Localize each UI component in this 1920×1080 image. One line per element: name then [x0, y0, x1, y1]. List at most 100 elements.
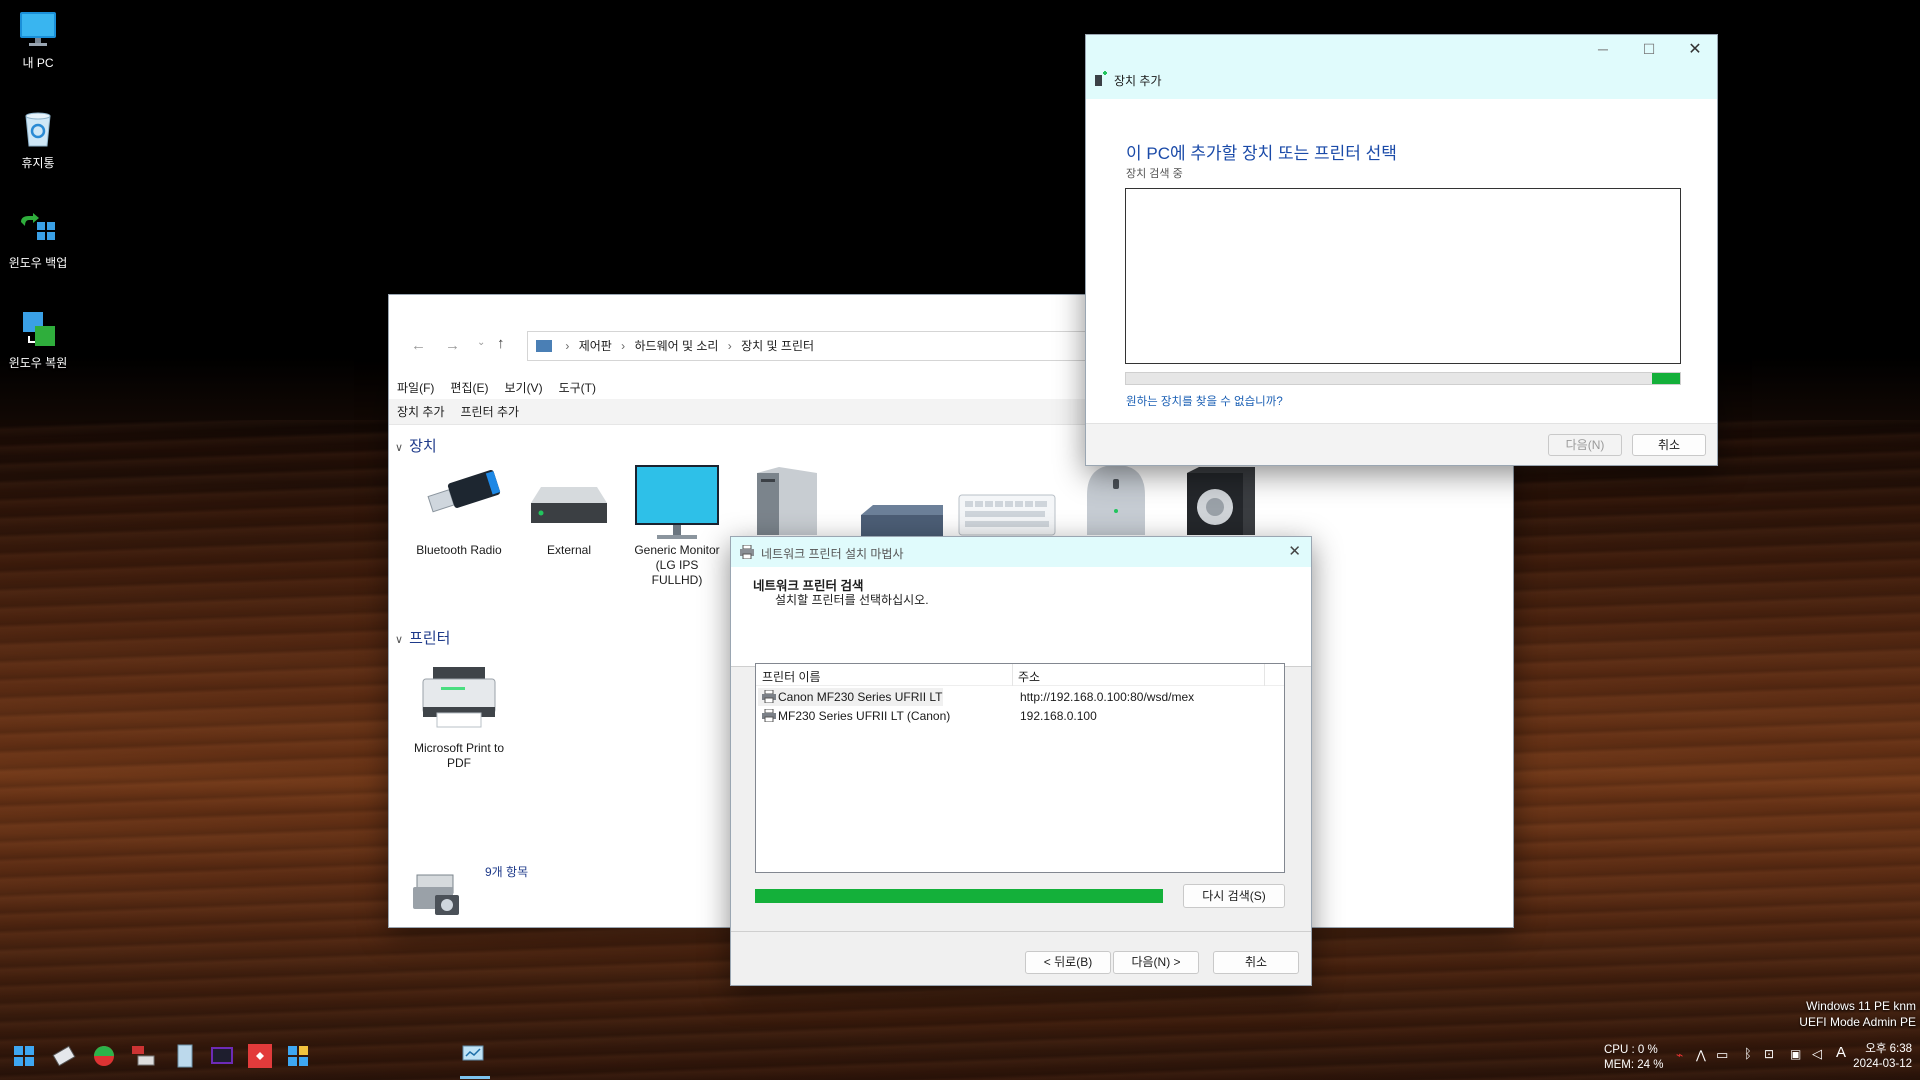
control-panel-taskbar-icon[interactable] [458, 1042, 488, 1070]
restore-icon [17, 308, 59, 350]
menu-view[interactable]: 보기(V) [496, 377, 550, 399]
devices-group-header[interactable]: ∨ 장치 [395, 435, 437, 456]
printer-icon [739, 544, 755, 560]
cancel-button[interactable]: 취소 [1213, 951, 1299, 974]
wizard-progress-fill [755, 889, 1163, 903]
computer-tower-icon [745, 465, 825, 539]
printer-label: Microsoft Print to PDF [413, 741, 505, 770]
desktop-icon-recycle-bin[interactable]: 휴지통 [0, 108, 76, 171]
maximize-icon[interactable]: ☐ [1629, 41, 1669, 58]
cpu-graph-icon: ⌁ [1676, 1048, 1684, 1062]
devices-group-label: 장치 [409, 438, 437, 455]
desktop-icon-label: 윈도우 복원 [8, 356, 68, 370]
device-label: Generic Monitor (LG IPS FULLHD) [634, 543, 720, 587]
table-row[interactable]: MF230 Series UFRII LT (Canon) 192.168.0.… [758, 707, 1286, 725]
printers-group-label: 프린터 [409, 630, 451, 647]
printer-address: 192.168.0.100 [1020, 709, 1097, 723]
add-device-status: 장치 검색 중 [1126, 168, 1183, 180]
clock[interactable]: 오후 6:38 2024-03-12 [1842, 1042, 1912, 1072]
close-icon[interactable]: ✕ [1675, 39, 1715, 59]
forward-arrow-icon[interactable]: → [445, 337, 460, 354]
start-windows-icon[interactable] [10, 1042, 40, 1070]
add-printer-command[interactable]: 프린터 추가 [453, 399, 528, 425]
volume-icon[interactable]: ◁ [1812, 1046, 1822, 1062]
desktop-icon-windows-backup[interactable]: 윈도우 백업 [0, 208, 76, 271]
wizard-header: 네트워크 프린터 검색 설치할 프린터를 선택하십시오. [731, 567, 1311, 667]
close-icon[interactable]: ✕ [1288, 542, 1301, 560]
cpu-usage: CPU : 0 % [1604, 1044, 1658, 1056]
watermark-line2: UEFI Mode Admin PE [1799, 1015, 1916, 1029]
desktop-icon-label: 내 PC [22, 56, 54, 70]
pulse-icon[interactable]: ⋀ [1696, 1048, 1706, 1062]
clock-time: 오후 6:38 [1865, 1043, 1912, 1055]
printers-group-header[interactable]: ∨ 프린터 [395, 627, 450, 648]
breadcrumb-control-panel[interactable]: 제어판 [579, 339, 612, 353]
printer-name: MF230 Series UFRII LT (Canon) [778, 709, 951, 723]
monitor-icon [17, 8, 59, 50]
cancel-button[interactable]: 취소 [1632, 434, 1706, 456]
breadcrumb-devices-printers[interactable]: 장치 및 프린터 [741, 339, 814, 353]
add-device-icon [1094, 71, 1107, 86]
search-progress-bar [1125, 372, 1681, 385]
device-bluetooth-radio[interactable]: Bluetooth Radio [411, 463, 507, 558]
partition-tool-icon[interactable] [90, 1042, 120, 1070]
back-arrow-icon[interactable]: ← [411, 337, 426, 354]
add-device-window: ─ ☐ ✕ 장치 추가 이 PC에 추가할 장치 또는 프린터 선택 장치 검색… [1085, 34, 1718, 466]
add-device-command[interactable]: 장치 추가 [389, 399, 453, 425]
device-generic-monitor[interactable]: Generic Monitor (LG IPS FULLHD) [629, 463, 725, 588]
device-label: Bluetooth Radio [416, 543, 502, 557]
research-button[interactable]: 다시 검색(S) [1183, 884, 1285, 908]
next-button[interactable]: 다음(N) [1548, 434, 1622, 456]
printer-icon [762, 689, 776, 704]
back-button[interactable]: < 뒤로(B) [1025, 951, 1111, 974]
wizard-subheading: 설치할 프린터를 선택하십시오. [775, 593, 929, 607]
add-device-titlebar: ─ ☐ ✕ 장치 추가 [1086, 35, 1717, 99]
next-button[interactable]: 다음(N) > [1113, 951, 1199, 974]
add-device-footer: 다음(N) 취소 [1086, 423, 1717, 465]
network-tool-icon[interactable] [128, 1042, 158, 1070]
minimize-icon[interactable]: ─ [1583, 41, 1623, 57]
device-external[interactable]: External [521, 463, 617, 558]
desktop-icon-label: 윈도우 백업 [8, 256, 68, 270]
media-tool-icon[interactable] [208, 1042, 238, 1070]
device-label: External [546, 543, 592, 557]
desktop-icon-windows-restore[interactable]: 윈도우 복원 [0, 308, 76, 371]
menu-edit[interactable]: 편집(E) [442, 377, 496, 399]
column-header-address[interactable]: 주소 [1018, 668, 1040, 685]
windows-install-icon[interactable] [284, 1042, 314, 1070]
external-drive-icon [521, 463, 617, 537]
network-icon[interactable]: ▣ [1790, 1047, 1801, 1061]
recent-chevron-down-icon[interactable]: ⌄ [477, 337, 485, 348]
help-link[interactable]: 원하는 장치를 찾을 수 없습니까? [1126, 393, 1283, 409]
desktop-icon-my-pc[interactable]: 내 PC [0, 8, 76, 71]
display-icon[interactable]: ▭ [1716, 1047, 1728, 1063]
file-explorer-icon[interactable] [170, 1042, 200, 1070]
device-computer[interactable] [745, 465, 825, 545]
printer-list[interactable]: 프린터 이름 주소 Canon MF230 Series UFRII LT ht… [755, 663, 1285, 873]
bluetooth-dongle-icon [411, 463, 507, 537]
active-window-indicator [460, 1076, 490, 1079]
up-arrow-icon[interactable]: ↑ [497, 335, 505, 352]
printer-icon [762, 708, 776, 723]
device-list[interactable] [1125, 188, 1681, 364]
bluetooth-icon[interactable]: ᛒ [1744, 1046, 1752, 1061]
printer-microsoft-print-to-pdf[interactable]: Microsoft Print to PDF [411, 661, 507, 771]
disk-tool-icon[interactable] [50, 1042, 80, 1070]
printer-address: http://192.168.0.100:80/wsd/mex [1020, 690, 1195, 704]
menu-tools[interactable]: 도구(T) [551, 377, 604, 399]
monitor-icon [629, 463, 725, 539]
speaker-icon [1179, 465, 1259, 539]
watermark-line1: Windows 11 PE knm [1806, 999, 1916, 1013]
lock-icon[interactable]: ⊡ [1764, 1047, 1774, 1061]
anydesk-icon[interactable] [246, 1042, 276, 1070]
breadcrumb-hardware-sound[interactable]: 하드웨어 및 소리 [635, 339, 719, 353]
table-row[interactable]: Canon MF230 Series UFRII LT http://192.1… [758, 688, 1286, 706]
wizard-titlebar: 네트워크 프린터 설치 마법사 ✕ [731, 537, 1311, 567]
column-header-printer-name[interactable]: 프린터 이름 [762, 668, 821, 685]
add-device-heading: 이 PC에 추가할 장치 또는 프린터 선택 [1126, 144, 1397, 163]
device-mouse[interactable] [1081, 465, 1151, 545]
menu-file[interactable]: 파일(F) [389, 377, 442, 399]
mouse-icon [1081, 465, 1151, 539]
device-speaker[interactable] [1179, 465, 1259, 545]
wizard-title: 네트워크 프린터 설치 마법사 [761, 547, 904, 561]
